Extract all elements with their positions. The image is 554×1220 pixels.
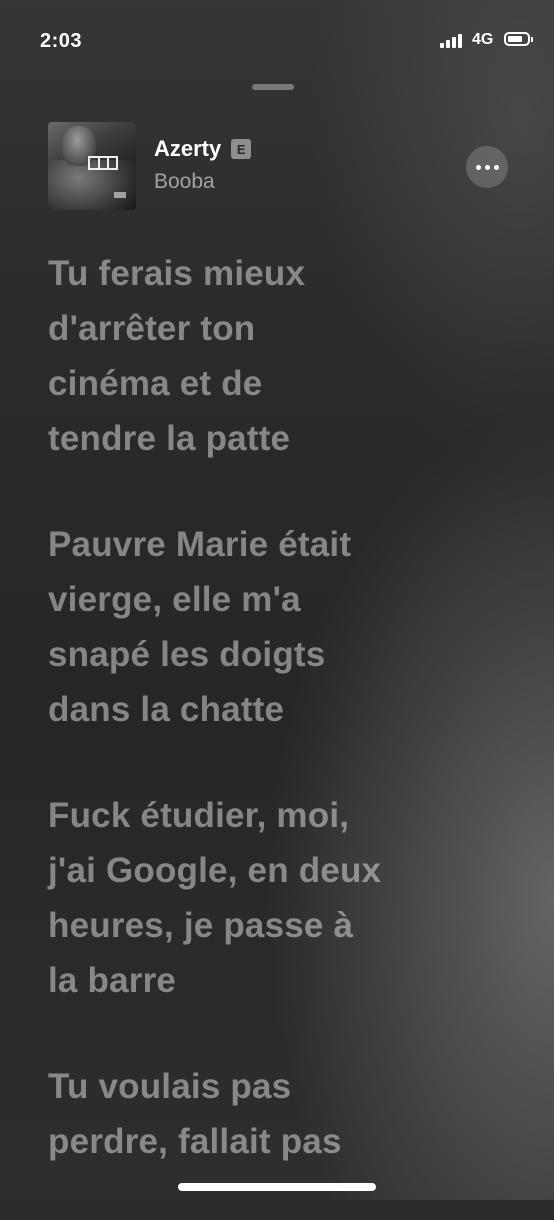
lyric-line[interactable]: Tu voulais pas perdre, fallait pas (48, 1059, 518, 1169)
ellipsis-icon (475, 164, 481, 170)
album-artwork[interactable] (48, 122, 136, 210)
cellular-signal-icon (440, 34, 464, 48)
network-type: 4G (472, 31, 494, 48)
lyrics-view[interactable]: Tu ferais mieux d'arrêter ton cinéma et … (48, 246, 518, 1220)
album-logo-icon (88, 156, 118, 170)
sheet-grabber-handle[interactable] (252, 84, 294, 90)
artist-name[interactable]: Booba (154, 170, 215, 194)
battery-icon (504, 32, 533, 46)
more-options-button[interactable] (466, 146, 508, 188)
explicit-badge: E (231, 139, 252, 159)
song-title: Azerty (154, 136, 222, 161)
song-title-row: Azerty E (154, 136, 252, 162)
lyric-line[interactable]: Tu ferais mieux d'arrêter ton cinéma et … (48, 246, 518, 466)
home-indicator[interactable] (178, 1183, 376, 1191)
status-time: 2:03 (40, 30, 83, 52)
lyric-line[interactable]: Fuck étudier, moi, j'ai Google, en deux … (48, 788, 518, 1008)
status-bar: 2:03 4G (0, 0, 554, 80)
lyric-line[interactable]: Pauvre Marie était vierge, elle m'a snap… (48, 517, 518, 737)
now-playing-header: Azerty E Booba (48, 122, 508, 212)
